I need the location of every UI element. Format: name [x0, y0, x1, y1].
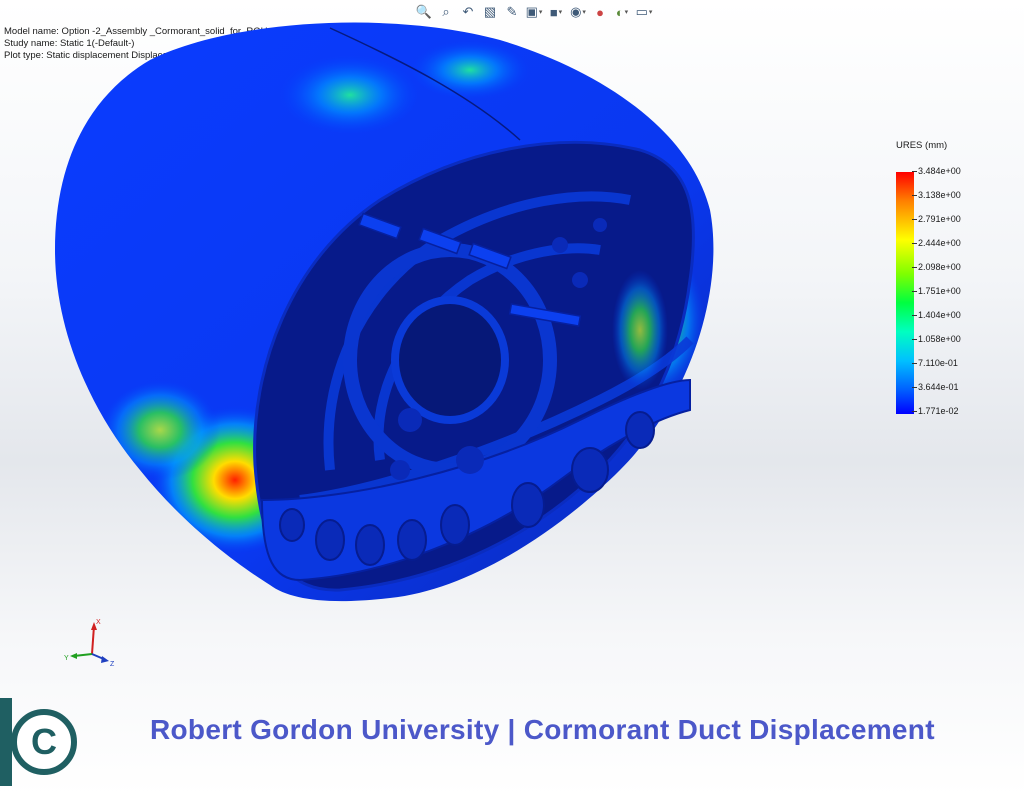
legend-title: URES (mm)	[896, 140, 948, 151]
legend-label: 3.138e+00	[912, 190, 961, 200]
displacement-legend: URES (mm) 3.484e+00 3.138e+00 2.791e+00 …	[890, 140, 990, 430]
legend-label: 2.444e+00	[912, 238, 961, 248]
legend-label: 2.791e+00	[912, 214, 961, 224]
legend-label: 1.771e-02	[912, 406, 959, 416]
legend-label: 1.404e+00	[912, 310, 961, 320]
legend-label: 1.751e+00	[912, 286, 961, 296]
triad-x-label: X	[96, 619, 101, 626]
reference-triad[interactable]: X Y Z	[62, 614, 122, 670]
legend-label: 2.098e+00	[912, 262, 961, 272]
triad-y-label: Y	[64, 655, 69, 662]
legend-label: 1.058e+00	[912, 334, 961, 344]
legend-label: 3.484e+00	[912, 166, 961, 176]
duct-model-render[interactable]	[0, 0, 1024, 700]
legend-color-bar	[896, 172, 914, 414]
logo-letter: C	[31, 721, 57, 762]
copyright-logo: C	[0, 698, 77, 786]
footer-title: Robert Gordon University | Cormorant Duc…	[150, 714, 935, 745]
legend-label: 3.644e-01	[912, 382, 959, 392]
legend-label: 7.110e-01	[912, 358, 958, 368]
triad-z-label: Z	[110, 661, 115, 668]
